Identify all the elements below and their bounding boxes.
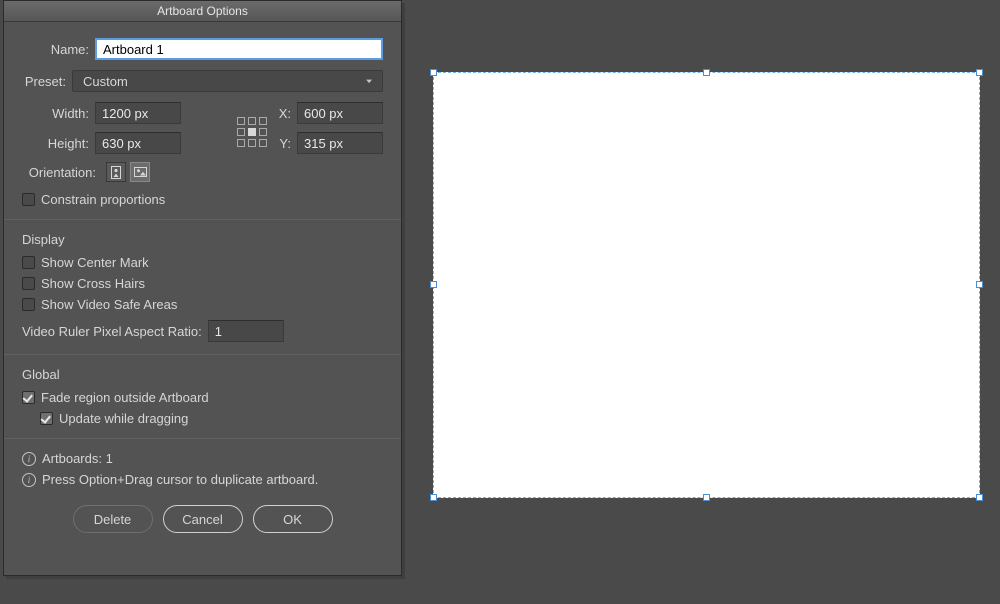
ok-button[interactable]: OK — [253, 505, 333, 533]
cancel-button[interactable]: Cancel — [163, 505, 243, 533]
ref-point-center[interactable] — [248, 128, 256, 136]
constrain-proportions-checkbox[interactable] — [22, 193, 35, 206]
orientation-portrait-button[interactable] — [106, 162, 126, 182]
ref-point-br[interactable] — [259, 139, 267, 147]
ok-button-label: OK — [283, 512, 302, 527]
ref-point-tr[interactable] — [259, 117, 267, 125]
ref-point-tl[interactable] — [237, 117, 245, 125]
preset-value: Custom — [83, 74, 128, 89]
delete-button: Delete — [73, 505, 153, 533]
orientation-label: Orientation: — [22, 165, 102, 180]
name-input[interactable] — [95, 38, 383, 60]
show-center-mark-label: Show Center Mark — [41, 255, 149, 270]
artboard-selection[interactable] — [433, 72, 980, 498]
fade-region-checkbox[interactable] — [22, 391, 35, 404]
x-input[interactable] — [297, 102, 383, 124]
show-video-safe-checkbox[interactable] — [22, 298, 35, 311]
ref-point-ml[interactable] — [237, 128, 245, 136]
y-input[interactable] — [297, 132, 383, 154]
fade-region-label: Fade region outside Artboard — [41, 390, 209, 405]
artboard-options-dialog: Artboard Options Name: Preset: Custom ▼ … — [3, 0, 402, 576]
global-section-label: Global — [22, 367, 383, 382]
show-cross-hairs-checkbox[interactable] — [22, 277, 35, 290]
resize-handle-top-right[interactable] — [976, 69, 983, 76]
ruler-aspect-input[interactable] — [208, 320, 284, 342]
show-video-safe-label: Show Video Safe Areas — [41, 297, 177, 312]
ref-point-tm[interactable] — [248, 117, 256, 125]
width-label: Width: — [22, 106, 95, 121]
ruler-aspect-label: Video Ruler Pixel Aspect Ratio: — [22, 324, 208, 339]
info-icon: i — [22, 452, 36, 466]
ref-point-bm[interactable] — [248, 139, 256, 147]
chevron-down-icon: ▼ — [364, 78, 374, 85]
ref-point-bl[interactable] — [237, 139, 245, 147]
reference-point-grid[interactable] — [237, 117, 267, 147]
resize-handle-middle-right[interactable] — [976, 281, 983, 288]
info-icon: i — [22, 473, 36, 487]
landscape-icon — [134, 167, 147, 177]
dialog-title: Artboard Options — [4, 1, 401, 22]
resize-handle-top-left[interactable] — [430, 69, 437, 76]
portrait-icon — [111, 166, 121, 179]
artboards-count: Artboards: 1 — [42, 451, 113, 466]
update-while-dragging-label: Update while dragging — [59, 411, 188, 426]
duplicate-tip: Press Option+Drag cursor to duplicate ar… — [42, 472, 318, 487]
ref-point-mr[interactable] — [259, 128, 267, 136]
resize-handle-bottom-middle[interactable] — [703, 494, 710, 501]
orientation-landscape-button[interactable] — [130, 162, 150, 182]
resize-handle-bottom-right[interactable] — [976, 494, 983, 501]
resize-handle-top-middle[interactable] — [703, 69, 710, 76]
name-label: Name: — [22, 42, 95, 57]
display-section-label: Display — [22, 232, 383, 247]
y-label: Y: — [275, 136, 297, 151]
cancel-button-label: Cancel — [182, 512, 222, 527]
preset-select[interactable]: Custom ▼ — [72, 70, 383, 92]
show-cross-hairs-label: Show Cross Hairs — [41, 276, 145, 291]
preset-label: Preset: — [22, 74, 72, 89]
constrain-proportions-label: Constrain proportions — [41, 192, 165, 207]
height-label: Height: — [22, 136, 95, 151]
resize-handle-middle-left[interactable] — [430, 281, 437, 288]
update-while-dragging-checkbox[interactable] — [40, 412, 53, 425]
width-input[interactable] — [95, 102, 181, 124]
x-label: X: — [275, 106, 297, 121]
delete-button-label: Delete — [94, 512, 132, 527]
show-center-mark-checkbox[interactable] — [22, 256, 35, 269]
resize-handle-bottom-left[interactable] — [430, 494, 437, 501]
height-input[interactable] — [95, 132, 181, 154]
